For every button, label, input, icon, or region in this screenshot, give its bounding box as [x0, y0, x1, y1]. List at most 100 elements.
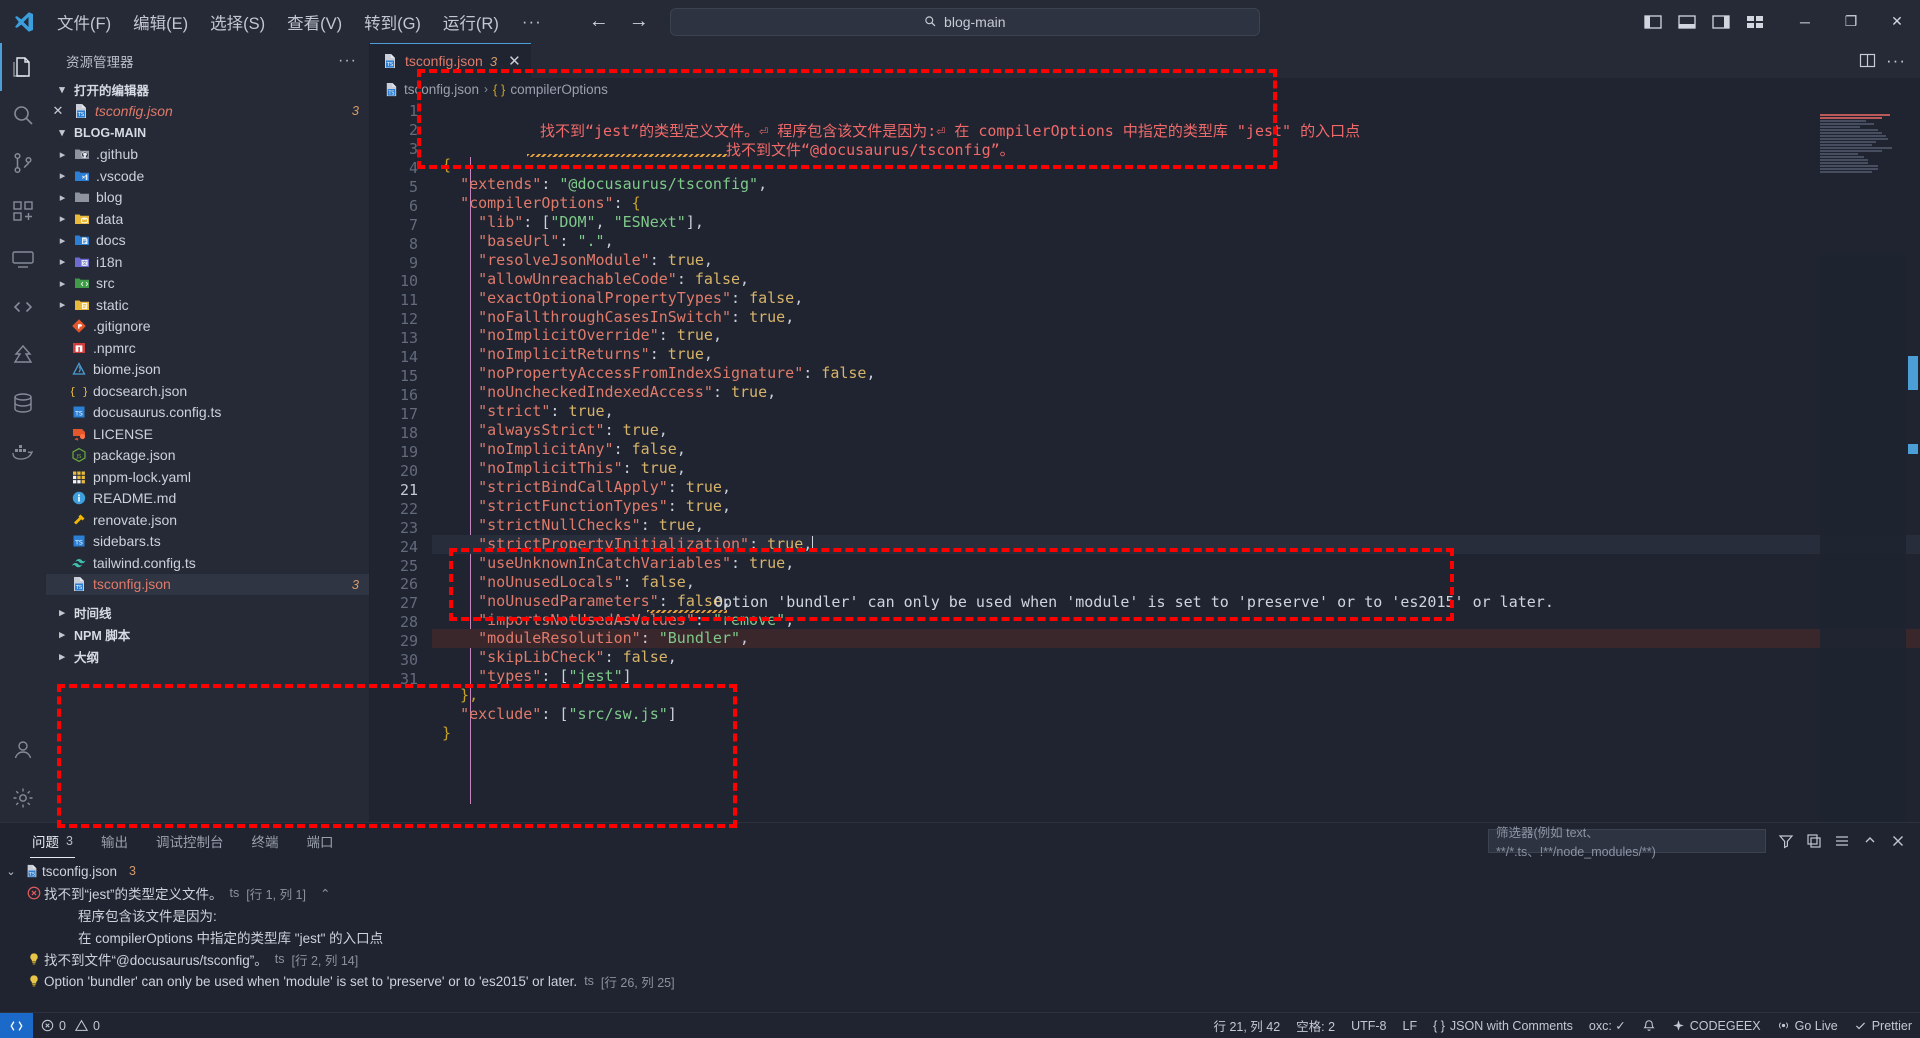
- code-line-23[interactable]: "noUnusedLocals": false,: [432, 573, 1920, 592]
- status-prettier[interactable]: Prettier: [1846, 1013, 1920, 1038]
- code-line-29[interactable]: },: [432, 686, 1920, 705]
- tree-item-pnpm-lock[interactable]: pnpm-lock.yaml: [46, 466, 369, 488]
- status-indentation[interactable]: 空格: 2: [1288, 1013, 1343, 1038]
- tree-item-github[interactable]: ▸ .github: [46, 144, 369, 166]
- tree-item-i18n[interactable]: ▸ 文 i18n: [46, 251, 369, 273]
- arrow-right-icon[interactable]: →: [628, 10, 650, 33]
- chevron-right-icon[interactable]: ▸: [54, 255, 71, 268]
- tab-problems[interactable]: 问题 3: [18, 823, 87, 858]
- code-line-16[interactable]: "noImplicitAny": false,: [432, 440, 1920, 459]
- tab-ports[interactable]: 端口: [292, 823, 347, 858]
- tree-item-package-json[interactable]: JS package.json: [46, 445, 369, 467]
- toggle-secondary-sidebar-icon[interactable]: [1704, 5, 1738, 39]
- remote-indicator[interactable]: [0, 1012, 33, 1038]
- chevron-right-icon[interactable]: ▸: [54, 191, 71, 204]
- menu-selection[interactable]: 选择(S): [199, 6, 276, 38]
- status-oxc[interactable]: oxc: ✓: [1581, 1013, 1634, 1038]
- menu-more[interactable]: ···: [510, 10, 554, 34]
- tree-item-license[interactable]: LICENSE: [46, 423, 369, 445]
- code-line-5[interactable]: "baseUrl": ".",: [432, 232, 1920, 251]
- menu-go[interactable]: 转到(G): [353, 6, 432, 38]
- problems-file-row[interactable]: ⌄ TS tsconfig.json 3: [0, 860, 1920, 882]
- status-language-mode[interactable]: { } JSON with Comments: [1425, 1013, 1581, 1038]
- chevron-right-icon[interactable]: ▸: [54, 234, 71, 247]
- code-line-27[interactable]: "skipLibCheck": false,: [432, 648, 1920, 667]
- code-line-11[interactable]: "noImplicitReturns": true,: [432, 345, 1920, 364]
- chevron-down-icon[interactable]: ⌄: [0, 865, 22, 878]
- activity-code-icon[interactable]: [0, 283, 46, 331]
- close-icon[interactable]: ✕: [46, 103, 70, 119]
- scrollbar-decoration[interactable]: [1908, 356, 1918, 390]
- code-line-31[interactable]: }: [432, 724, 1920, 743]
- tree-item-renovate[interactable]: renovate.json: [46, 509, 369, 531]
- tree-item-docusaurus-config[interactable]: TS docusaurus.config.ts: [46, 402, 369, 424]
- menu-file[interactable]: 文件(F): [46, 6, 122, 38]
- tree-item-src[interactable]: ▸ src: [46, 273, 369, 295]
- tree-item-tsconfig-json[interactable]: TS tsconfig.json 3: [46, 573, 369, 595]
- code-line-12[interactable]: "noPropertyAccessFromIndexSignature": fa…: [432, 364, 1920, 383]
- problem-item-error[interactable]: 找不到“jest”的类型定义文件。 ts [行 1, 列 1] ⌃: [0, 882, 1920, 904]
- activity-explorer-icon[interactable]: [0, 43, 46, 91]
- status-encoding[interactable]: UTF-8: [1343, 1013, 1394, 1038]
- problem-item-hint-2[interactable]: Option 'bundler' can only be used when '…: [0, 970, 1920, 992]
- maximize-button[interactable]: ❐: [1828, 0, 1874, 43]
- arrow-left-icon[interactable]: ←: [588, 10, 610, 33]
- code-editor[interactable]: 1 2 3 4 5 6 7 8 9 10 11 12 13 14 15 16 1: [370, 100, 1920, 822]
- tree-item-npmrc[interactable]: .npmrc: [46, 337, 369, 359]
- status-bell[interactable]: [1634, 1013, 1664, 1038]
- more-actions-icon[interactable]: ···: [1886, 51, 1906, 71]
- section-open-editors[interactable]: ▾ 打开的编辑器: [46, 78, 369, 100]
- collapse-all-icon[interactable]: [1806, 833, 1822, 849]
- maximize-panel-icon[interactable]: [1862, 833, 1878, 849]
- menu-view[interactable]: 查看(V): [276, 6, 353, 38]
- customize-layout-icon[interactable]: [1738, 5, 1772, 39]
- tab-debug-console[interactable]: 调试控制台: [142, 823, 238, 858]
- code-line-7[interactable]: "allowUnreachableCode": false,: [432, 270, 1920, 289]
- code-line-10[interactable]: "noImplicitOverride": true,: [432, 326, 1920, 345]
- chevron-right-icon[interactable]: ▸: [54, 148, 71, 161]
- status-go-live[interactable]: Go Live: [1769, 1013, 1846, 1038]
- split-editor-icon[interactable]: [1859, 52, 1876, 69]
- close-panel-icon[interactable]: [1890, 833, 1906, 849]
- tree-item-docs[interactable]: ▸ docs: [46, 230, 369, 252]
- sidebar-more-icon[interactable]: ···: [338, 52, 357, 70]
- close-icon[interactable]: ✕: [508, 52, 521, 70]
- tree-item-gitignore[interactable]: .gitignore: [46, 316, 369, 338]
- activity-gear-icon[interactable]: [0, 774, 46, 822]
- chevron-right-icon[interactable]: ▸: [54, 298, 71, 311]
- code-content[interactable]: { "extends": "@docusaurus/tsconfig", "co…: [432, 100, 1920, 822]
- code-line-9[interactable]: "noFallthroughCasesInSwitch": true,: [432, 308, 1920, 327]
- open-editor-item-tsconfig[interactable]: ✕ TS tsconfig.json 3: [46, 100, 369, 122]
- status-errors-warnings[interactable]: 0 0: [33, 1013, 108, 1038]
- code-line-14[interactable]: "strict": true,: [432, 402, 1920, 421]
- code-line-30[interactable]: "exclude": ["src/sw.js"]: [432, 705, 1920, 724]
- tree-item-blog[interactable]: ▸ blog: [46, 187, 369, 209]
- problems-list[interactable]: ⌄ TS tsconfig.json 3 找不到“jest”的类型定义文件。 t…: [0, 858, 1920, 1012]
- section-workspace[interactable]: ▾ BLOG-MAIN: [46, 122, 369, 144]
- section-npm-scripts[interactable]: ▸ NPM 脚本: [46, 623, 369, 645]
- scrollbar-decoration[interactable]: [1908, 444, 1918, 454]
- status-codegeex[interactable]: CODEGEEX: [1664, 1013, 1769, 1038]
- section-outline[interactable]: ▸ 大纲: [46, 645, 369, 667]
- code-line-4[interactable]: "lib": ["DOM", "ESNext"],: [432, 213, 1920, 232]
- code-line-21[interactable]: "strictPropertyInitialization": true,: [432, 534, 1920, 554]
- code-line-19[interactable]: "strictFunctionTypes": true,: [432, 497, 1920, 516]
- tree-item-vscode[interactable]: ▸ .vscode: [46, 165, 369, 187]
- list-view-icon[interactable]: [1834, 833, 1850, 849]
- activity-account-icon[interactable]: [0, 726, 46, 774]
- code-line-25[interactable]: "importsNotUsedAsValues": "remove",: [432, 611, 1920, 630]
- status-cursor-position[interactable]: 行 21, 列 42: [1205, 1013, 1288, 1038]
- problems-filter-input[interactable]: 筛选器(例如 text、**/*.ts、!**/node_modules/**): [1488, 826, 1766, 859]
- activity-remote-explorer-icon[interactable]: [0, 235, 46, 283]
- code-line-22[interactable]: "useUnknownInCatchVariables": true,: [432, 554, 1920, 573]
- chevron-right-icon[interactable]: ▸: [54, 169, 71, 182]
- tree-item-static[interactable]: ▸ static: [46, 294, 369, 316]
- code-line-20[interactable]: "strictNullChecks": true,: [432, 516, 1920, 535]
- code-line-13[interactable]: "noUncheckedIndexedAccess": true,: [432, 383, 1920, 402]
- code-line-15[interactable]: "alwaysStrict": true,: [432, 421, 1920, 440]
- activity-search-icon[interactable]: [0, 91, 46, 139]
- activity-database-icon[interactable]: [0, 379, 46, 427]
- activity-docker-icon[interactable]: [0, 427, 46, 475]
- code-line-17[interactable]: "noImplicitThis": true,: [432, 459, 1920, 478]
- toggle-panel-icon[interactable]: [1670, 5, 1704, 39]
